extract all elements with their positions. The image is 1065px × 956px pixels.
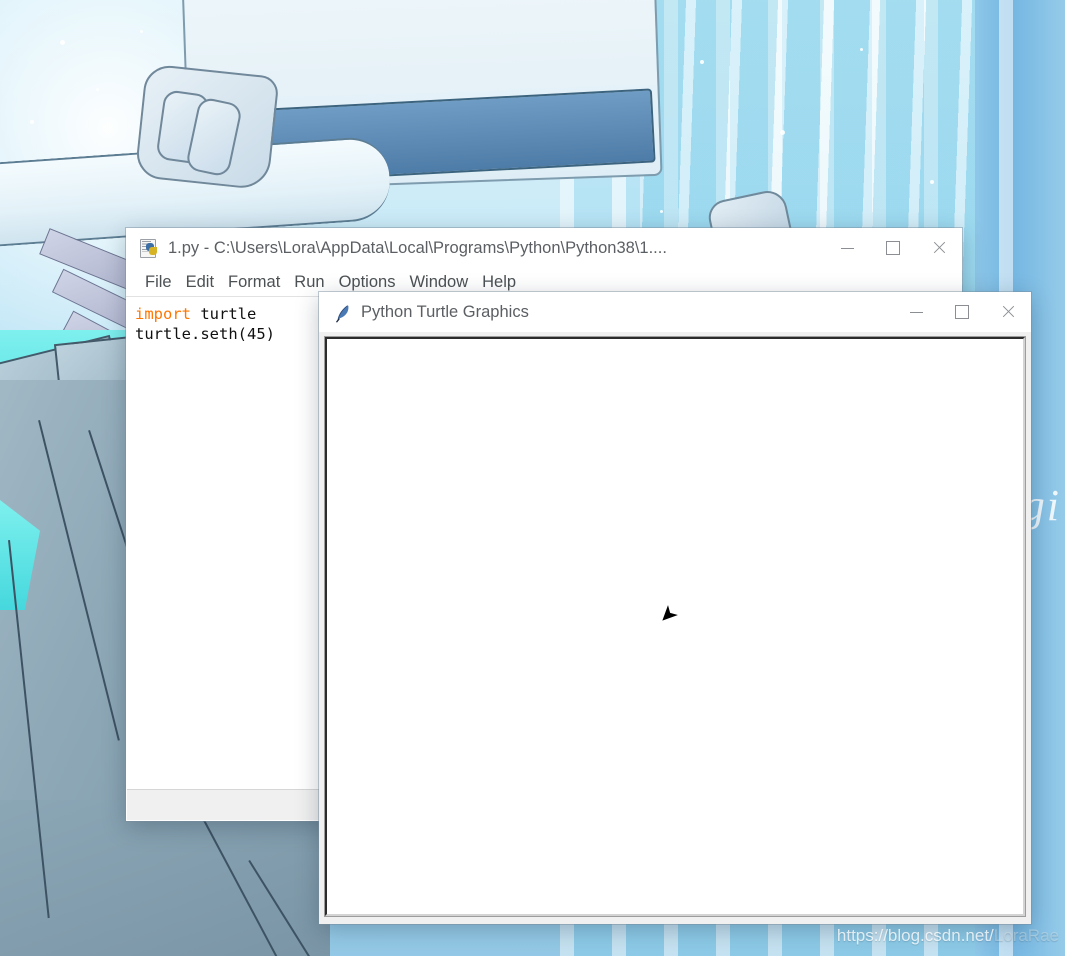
turtle-window-body (319, 332, 1031, 924)
idle-window-controls (824, 228, 962, 268)
menu-item-file[interactable]: File (138, 268, 179, 296)
sparkle (780, 130, 785, 135)
python-file-icon (140, 239, 158, 258)
sparkle (860, 48, 863, 51)
minimize-button[interactable] (893, 292, 939, 332)
menu-item-format[interactable]: Format (221, 268, 287, 296)
sparkle (60, 40, 65, 45)
idle-window-title: 1.py - C:\Users\Lora\AppData\Local\Progr… (168, 238, 667, 257)
sparkle (930, 180, 934, 184)
code-line-1-rest: turtle (191, 305, 257, 323)
watermark-url: https://blog.csdn.net/ (836, 926, 994, 945)
close-button[interactable] (985, 292, 1031, 332)
sparkle (140, 30, 143, 33)
sparkle (30, 120, 34, 124)
code-line-2: turtle.seth(45) (135, 325, 275, 343)
wallpaper-character-lower (0, 800, 330, 956)
minimize-button[interactable] (824, 228, 870, 268)
code-keyword-import: import (135, 305, 191, 323)
turtle-cursor-icon (657, 604, 679, 626)
close-button[interactable] (916, 228, 962, 268)
maximize-button[interactable] (939, 292, 985, 332)
sparkle (700, 60, 704, 64)
idle-titlebar[interactable]: 1.py - C:\Users\Lora\AppData\Local\Progr… (126, 228, 962, 268)
maximize-icon (955, 305, 969, 319)
close-icon (1001, 305, 1015, 319)
maximize-icon (886, 241, 900, 255)
watermark-username: LoraRae (993, 926, 1059, 945)
menu-item-edit[interactable]: Edit (179, 268, 221, 296)
sparkle (660, 210, 663, 213)
turtle-window-controls (893, 292, 1031, 332)
turtle-window-title: Python Turtle Graphics (361, 302, 529, 321)
blog-watermark: https://blog.csdn.net/LoraRae (837, 926, 1059, 946)
screen: gi 1.py - C:\Users\Lora\AppData\Local\Pr… (0, 0, 1065, 956)
minimize-icon (909, 311, 923, 313)
turtle-titlebar[interactable]: Python Turtle Graphics (319, 292, 1031, 332)
close-icon (932, 241, 946, 255)
sparkle (96, 88, 99, 91)
python-feather-icon (333, 303, 351, 323)
maximize-button[interactable] (870, 228, 916, 268)
turtle-canvas[interactable] (324, 336, 1026, 917)
turtle-graphics-window[interactable]: Python Turtle Graphics (319, 292, 1031, 924)
minimize-icon (840, 247, 854, 249)
